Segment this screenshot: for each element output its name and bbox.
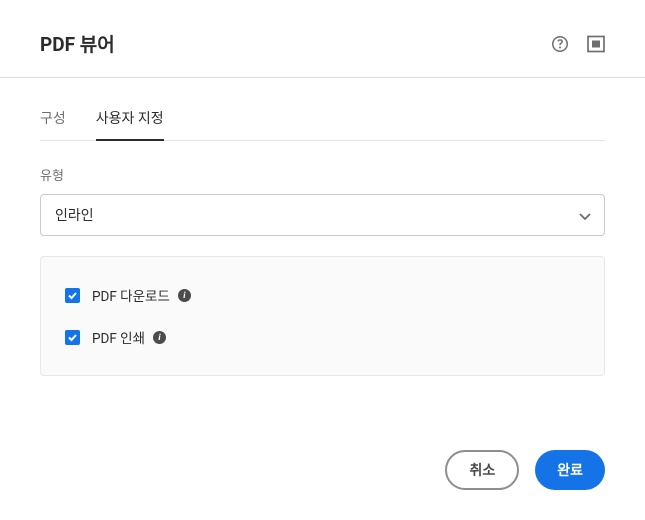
dialog-footer: 취소 완료 — [445, 450, 605, 490]
info-icon[interactable]: i — [153, 331, 166, 344]
option-pdf-print: PDF 인쇄 i — [65, 327, 580, 347]
info-icon[interactable]: i — [178, 289, 191, 302]
dialog-title: PDF 뷰어 — [40, 30, 115, 57]
tab-customize[interactable]: 사용자 지정 — [96, 96, 164, 140]
tabs: 구성 사용자 지정 — [40, 78, 605, 141]
checkbox-label: PDF 인쇄 — [92, 327, 145, 347]
type-select[interactable]: 인라인 — [40, 194, 605, 236]
type-label: 유형 — [40, 165, 605, 184]
options-panel: PDF 다운로드 i PDF 인쇄 i — [40, 256, 605, 376]
option-pdf-download: PDF 다운로드 i — [65, 285, 580, 305]
type-select-wrapper: 인라인 — [40, 194, 605, 236]
pdf-viewer-dialog: PDF 뷰어 구성 사용자 지정 유형 인라인 — [0, 0, 645, 520]
checkbox-pdf-download[interactable] — [65, 288, 80, 303]
checkbox-pdf-print[interactable] — [65, 330, 80, 345]
dialog-header: PDF 뷰어 — [0, 0, 645, 78]
dialog-content: 유형 인라인 PDF 다운로드 i — [0, 141, 645, 400]
header-icons — [551, 35, 605, 53]
checkbox-label: PDF 다운로드 — [92, 285, 170, 305]
done-button[interactable]: 완료 — [535, 450, 605, 490]
cancel-button[interactable]: 취소 — [445, 450, 519, 490]
tab-configuration[interactable]: 구성 — [40, 96, 66, 140]
help-icon[interactable] — [551, 35, 569, 53]
fullscreen-icon[interactable] — [587, 35, 605, 53]
